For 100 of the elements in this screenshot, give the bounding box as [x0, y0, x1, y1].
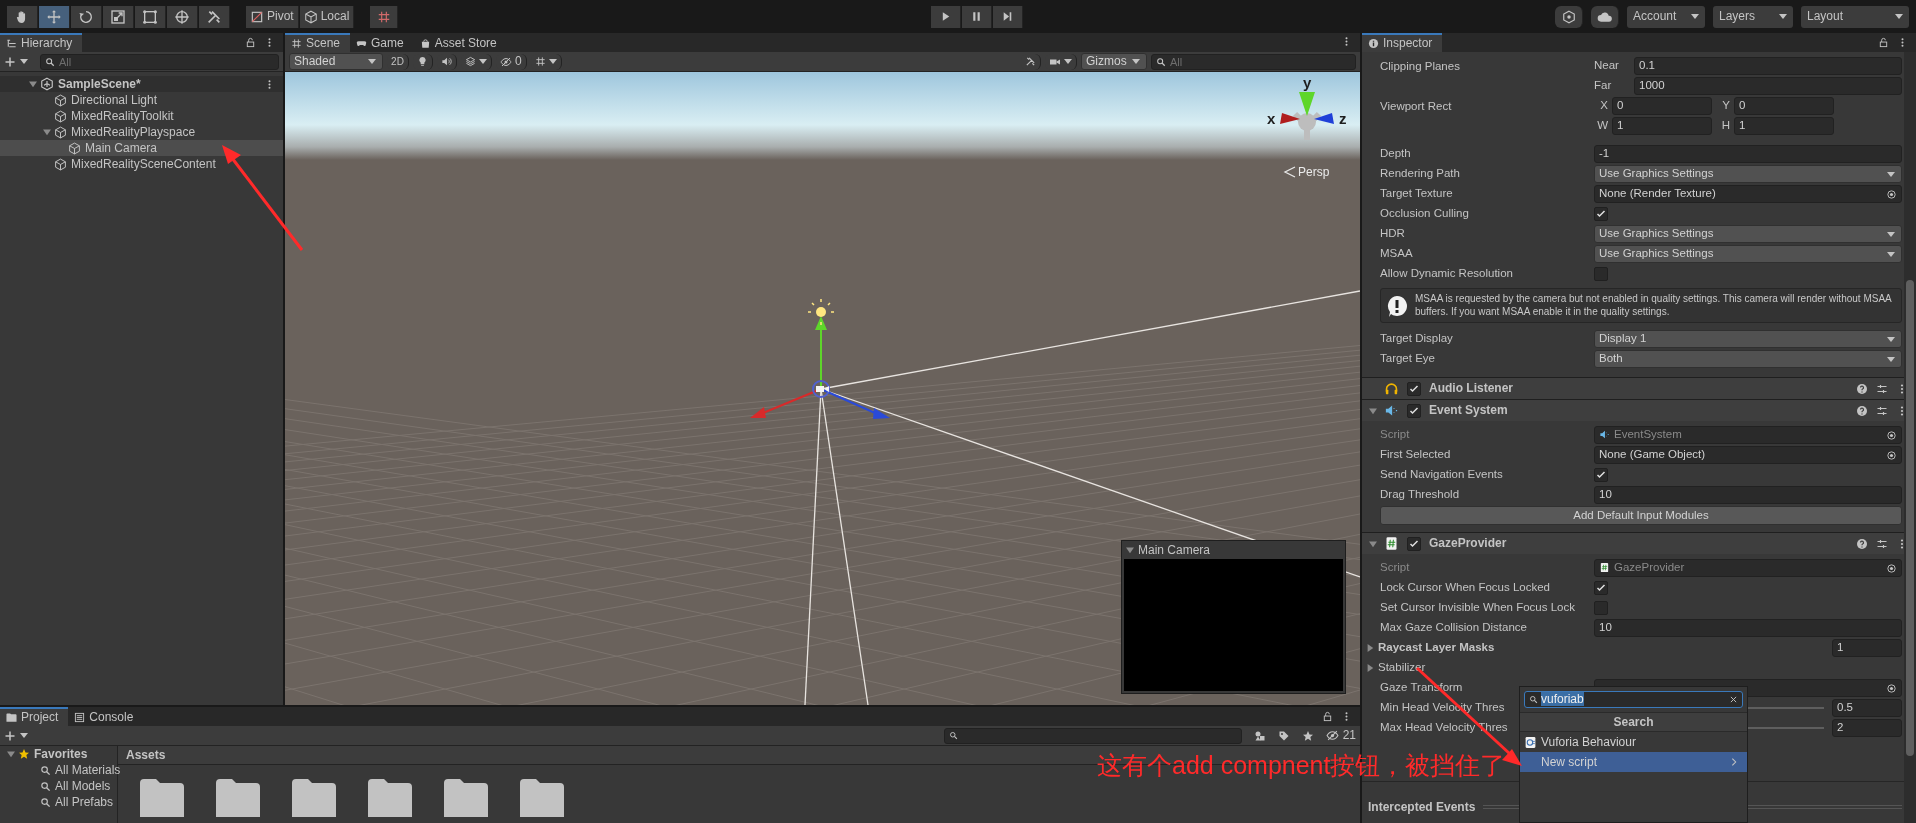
scene-row[interactable]: SampleScene*: [0, 76, 283, 92]
target-icon[interactable]: [1886, 682, 1897, 694]
dropdown[interactable]: Display 1: [1594, 330, 1902, 348]
step-button[interactable]: [992, 5, 1023, 28]
hierarchy-item[interactable]: Directional Light: [0, 92, 283, 108]
menu-dropdown[interactable]: Account: [1627, 5, 1705, 28]
array-size-field[interactable]: 1: [1832, 639, 1902, 657]
favorites-item[interactable]: All Prefabs: [0, 794, 117, 810]
help-icon[interactable]: [1856, 404, 1868, 417]
help-icon[interactable]: [1856, 382, 1868, 395]
checkbox[interactable]: [1594, 468, 1608, 482]
number-field[interactable]: 10: [1594, 619, 1902, 637]
transform-tool-button[interactable]: [167, 5, 198, 28]
local-button[interactable]: Local: [299, 5, 355, 28]
checkbox[interactable]: [1594, 267, 1608, 281]
scale-tool-button[interactable]: [103, 5, 134, 28]
preset-icon[interactable]: [1876, 382, 1888, 395]
move-tool-button[interactable]: [39, 5, 70, 28]
shapes-icon[interactable]: [1253, 730, 1266, 743]
view-tab[interactable]: Asset Store: [413, 33, 507, 52]
inspector-tab[interactable]: Inspector: [1362, 33, 1443, 52]
hierarchy-item[interactable]: MixedRealitySceneContent: [0, 156, 283, 172]
array-foldout[interactable]: Raycast Layer Masks: [1366, 641, 1580, 655]
number-field[interactable]: 0.5: [1832, 699, 1902, 717]
object-field[interactable]: None (Render Texture): [1594, 185, 1902, 203]
number-field[interactable]: 0.1: [1634, 57, 1902, 75]
favorites-item[interactable]: All Models: [0, 778, 117, 794]
rotate-tool-button[interactable]: [71, 5, 102, 28]
view-tab[interactable]: Scene: [285, 33, 351, 52]
target-icon[interactable]: [1886, 449, 1897, 461]
help-icon[interactable]: [1856, 537, 1868, 550]
orientation-gizmo[interactable]: [1280, 92, 1334, 143]
transform-gizmo[interactable]: [750, 316, 890, 419]
dropdown[interactable]: Both: [1594, 350, 1902, 368]
scrollbar-thumb[interactable]: [1906, 280, 1914, 756]
number-field[interactable]: 1: [1612, 117, 1712, 135]
component-title[interactable]: Event System: [1429, 403, 1508, 418]
object-field[interactable]: None (Game Object): [1594, 446, 1902, 464]
search-field[interactable]: [943, 727, 1242, 744]
lock-icon[interactable]: [1878, 37, 1889, 48]
view-tab[interactable]: Game: [350, 33, 414, 52]
checkbox[interactable]: [1407, 381, 1421, 396]
scrollbar[interactable]: [1904, 52, 1916, 823]
search-field[interactable]: All: [1151, 53, 1356, 70]
foldout-arrow[interactable]: [1369, 406, 1377, 415]
number-field[interactable]: 1: [1734, 117, 1834, 135]
play-button[interactable]: [930, 5, 961, 28]
pivot-button[interactable]: Pivot: [246, 5, 299, 28]
foldout-arrow[interactable]: [29, 80, 37, 88]
foldout-arrow[interactable]: [1369, 539, 1377, 548]
lock-icon[interactable]: [1322, 711, 1333, 722]
checkbox[interactable]: [1594, 581, 1608, 595]
menu-item[interactable]: Vuforia Behaviour: [1520, 732, 1747, 752]
dropdown[interactable]: Use Graphics Settings: [1594, 165, 1902, 183]
hand-tool-button[interactable]: [7, 5, 38, 28]
search-field[interactable]: vuforiab: [1524, 691, 1743, 708]
checkbox[interactable]: [1594, 601, 1608, 615]
hidden-packages-toggle[interactable]: 21: [1325, 728, 1356, 743]
pause-button[interactable]: [961, 5, 992, 28]
foldout-arrow[interactable]: [1126, 546, 1134, 554]
clear-icon[interactable]: [1729, 695, 1738, 704]
hierarchy-item[interactable]: MixedRealityPlayspace: [0, 124, 283, 140]
component-title[interactable]: GazeProvider: [1429, 536, 1507, 551]
foldout-arrow[interactable]: [7, 750, 15, 758]
services-button[interactable]: [1555, 5, 1583, 28]
foldout-arrow[interactable]: [43, 128, 51, 136]
star-icon[interactable]: [1301, 730, 1314, 743]
menu-dropdown[interactable]: Layers: [1713, 5, 1793, 28]
component-title[interactable]: Audio Listener: [1429, 381, 1513, 396]
search-field[interactable]: All: [40, 53, 279, 70]
light-icon[interactable]: [807, 298, 835, 326]
snap-button[interactable]: [370, 5, 399, 28]
tag-icon[interactable]: [1277, 730, 1290, 743]
preset-icon[interactable]: [1876, 404, 1888, 417]
checkbox[interactable]: [1594, 207, 1608, 221]
number-field[interactable]: 0: [1612, 97, 1712, 115]
number-field[interactable]: 2: [1832, 719, 1902, 737]
menu-dropdown[interactable]: Layout: [1801, 5, 1909, 28]
panel-tab[interactable]: Console: [68, 707, 144, 726]
target-icon[interactable]: [1886, 188, 1897, 200]
rect-tool-tool-button[interactable]: [135, 5, 166, 28]
checkbox[interactable]: [1407, 403, 1421, 418]
tools-tool-button[interactable]: [199, 5, 230, 28]
projection-label[interactable]: Persp: [1298, 165, 1330, 179]
favorites-item[interactable]: Favorites: [0, 746, 117, 762]
number-field[interactable]: -1: [1594, 145, 1902, 163]
preset-icon[interactable]: [1876, 537, 1888, 550]
dropdown[interactable]: Use Graphics Settings: [1594, 245, 1902, 263]
create-button[interactable]: [4, 55, 28, 68]
hierarchy-tab[interactable]: Hierarchy: [0, 33, 83, 52]
number-field[interactable]: 0: [1734, 97, 1834, 115]
hierarchy-item[interactable]: MixedRealityToolkit: [0, 108, 283, 124]
number-field[interactable]: 10: [1594, 486, 1902, 504]
create-button[interactable]: [4, 729, 28, 742]
foldout[interactable]: Stabilizer: [1366, 661, 1580, 675]
shading-dropdown[interactable]: Shaded: [289, 53, 383, 70]
gizmos-dropdown[interactable]: Gizmos: [1081, 53, 1147, 70]
number-field[interactable]: 1000: [1634, 77, 1902, 95]
checkbox[interactable]: [1407, 536, 1421, 551]
dropdown[interactable]: Use Graphics Settings: [1594, 225, 1902, 243]
